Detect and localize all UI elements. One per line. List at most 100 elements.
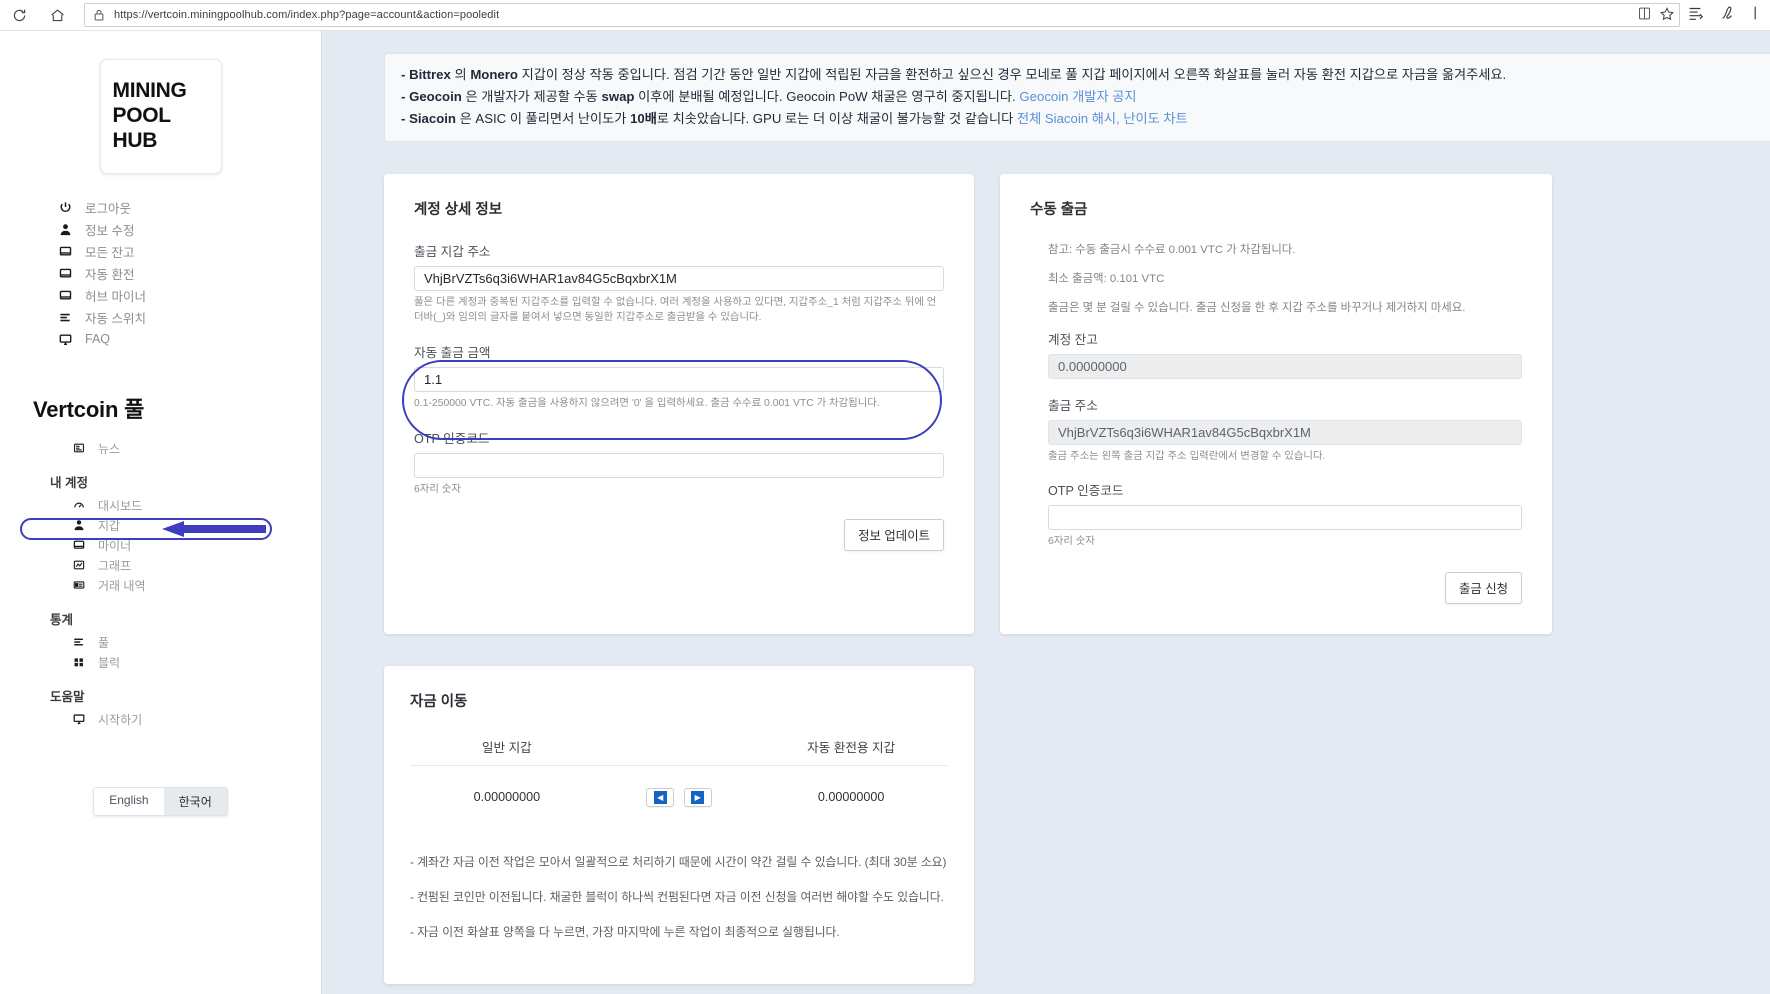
monitor-icon (72, 539, 85, 552)
home-button[interactable] (38, 0, 76, 31)
notice-link-geocoin[interactable]: Geocoin 개발자 공지 (1019, 89, 1136, 104)
nav-item-logout[interactable]: 로그아웃 (58, 196, 321, 218)
sidebar-item-label: 지갑 (98, 518, 121, 533)
transfer-controls: ◀ ▶ (604, 765, 755, 807)
power-icon (58, 200, 72, 214)
notice-bold-1: Geocoin (409, 88, 462, 104)
display-icon (58, 332, 72, 346)
transfer-note: - 컨펌된 코인만 이전됩니다. 채굴한 블럭이 하나씩 컨펌된다면 자금 이전… (410, 889, 944, 904)
section-heading-help: 도움말 (50, 690, 85, 704)
account-balance-label: 계정 잔고 (1048, 332, 1098, 347)
star-icon[interactable] (1659, 6, 1675, 27)
page-root: MINING POOL HUB 로그아웃 정보 수정 모든 잔고 자동 환전 허… (0, 31, 1770, 994)
otp-input[interactable] (414, 452, 944, 478)
sidebar-item-blocks[interactable]: 블럭 (72, 652, 321, 672)
sidebar-item-transactions[interactable]: 거래 내역 (72, 575, 321, 595)
sidebar-item-graph[interactable]: 그래프 (72, 555, 321, 575)
fund-transfer-card: 자금 이동 일반 지갑 자동 환전용 지갑 0.00000000 ◀ ▶ 0.0… (384, 665, 974, 984)
transfer-table: 일반 지갑 자동 환전용 지갑 0.00000000 ◀ ▶ 0.0000000… (410, 736, 948, 807)
transfer-right-button[interactable]: ▶ (683, 787, 712, 807)
address-bar[interactable]: https://vertcoin.miningpoolhub.com/index… (84, 3, 1680, 27)
wallet-address-help: 풀은 다른 계정과 중복된 지갑주소를 입력할 수 없습니다. 여러 계정을 사… (414, 296, 937, 324)
language-switcher: English 한국어 (0, 787, 321, 816)
sidebar-item-news[interactable]: 뉴스 (72, 438, 321, 458)
nav-item-faq[interactable]: FAQ (58, 328, 321, 350)
notice-line: - Bittrex 의 Monero 지갑이 정상 작동 중입니다. 점검 기간… (401, 64, 1757, 86)
news-icon (72, 442, 85, 455)
notice-link-siacoin[interactable]: 전체 Siacoin 해시, 난이도 차트 (1017, 111, 1188, 126)
notice-line: - Geocoin 은 개발자가 제공할 수동 swap 이후에 분배될 예정입… (401, 86, 1757, 108)
sidebar-item-label: 마이너 (98, 538, 132, 553)
autoexchange-wallet-balance: 0.00000000 (817, 790, 885, 805)
withdraw-note-fee: 참고: 수동 출금시 수수료 0.001 VTC 가 차감됩니다. (1048, 243, 1296, 256)
nav-label: 모든 잔고 (85, 245, 135, 260)
column-header-normal-wallet: 일반 지갑 (410, 736, 604, 766)
site-logo[interactable]: MINING POOL HUB (99, 59, 222, 174)
notice-rest: 이후에 분배될 예정입니다. Geocoin PoW 채굴은 영구히 중지됩니다… (634, 88, 1020, 104)
section-heading-my-account: 내 계정 (50, 476, 88, 490)
withdraw-address-field: 출금 주소 출금 주소는 왼쪽 출금 지갑 주소 입력란에서 변경할 수 있습니… (1048, 395, 1522, 465)
monitor-icon (58, 288, 72, 302)
nav-item-auto-switch[interactable]: 자동 스위치 (58, 306, 321, 328)
language-korean-button[interactable]: 한국어 (163, 788, 227, 815)
sidebar-item-miner[interactable]: 마이너 (72, 535, 321, 555)
pool-title: Vertcoin 풀 (33, 397, 145, 422)
sidebar-item-label: 풀 (98, 635, 110, 650)
sidebar-item-wallet[interactable]: 지갑 (72, 515, 321, 535)
auto-withdraw-amount-field: 자동 출금 금액 0.1-250000 VTC. 자동 출금을 사용하지 않으려… (414, 342, 944, 412)
wallet-address-input[interactable] (414, 265, 944, 291)
notice-prefix: - (401, 88, 410, 104)
transfer-notes: - 계좌간 자금 이전 작업은 모아서 일괄적으로 처리하기 때문에 시간이 약… (410, 853, 948, 940)
account-balance-field: 계정 잔고 (1048, 329, 1522, 379)
reading-view-icon[interactable] (1637, 6, 1652, 26)
browser-toolbar: https://vertcoin.miningpoolhub.com/index… (0, 0, 1770, 31)
withdraw-address-help: 출금 주소는 왼쪽 출금 지갑 주소 입력란에서 변경할 수 있습니다. (1048, 450, 1326, 462)
language-english-button[interactable]: English (94, 788, 164, 815)
withdraw-otp-input[interactable] (1048, 505, 1522, 531)
otp-field: OTP 인증코드 6자리 숫자 (414, 428, 944, 498)
nav-item-hub-miner[interactable]: 허브 마이너 (58, 284, 321, 306)
transfer-note: - 자금 이전 화살표 양쪽을 다 누르면, 가장 마지막에 누른 작업이 최종… (410, 924, 840, 939)
notice-line: - Siacoin 은 ASIC 이 풀리면서 난이도가 10배로 치솟았습니다… (401, 108, 1757, 130)
monitor-icon (58, 266, 72, 280)
stats-items: 풀 블럭 (0, 632, 321, 672)
sidebar-item-getting-started[interactable]: 시작하기 (72, 709, 321, 729)
gauge-icon (72, 499, 85, 512)
nav-item-auto-exchange[interactable]: 자동 환전 (58, 262, 321, 284)
notes-icon[interactable] (1718, 4, 1736, 27)
sidebar-item-dashboard[interactable]: 대시보드 (72, 495, 321, 515)
collections-icon[interactable] (1686, 4, 1704, 27)
auto-withdraw-input[interactable] (414, 366, 944, 392)
nav-label: FAQ (85, 332, 111, 346)
withdraw-otp-field: OTP 인증코드 6자리 숫자 (1048, 480, 1522, 550)
column-header-autoexchange-wallet: 자동 환전용 지갑 (754, 736, 948, 766)
update-info-button[interactable]: 정보 업데이트 (844, 519, 944, 552)
notice-mid-1: 은 ASIC 이 풀리면서 난이도가 (455, 110, 631, 126)
sidebar-item-label: 시작하기 (98, 712, 143, 727)
card-title: 자금 이동 (410, 693, 468, 710)
sidebar-item-label: 거래 내역 (98, 578, 146, 593)
table-row: 0.00000000 ◀ ▶ 0.00000000 (410, 765, 948, 807)
nav-label: 자동 스위치 (85, 311, 146, 326)
display-icon (72, 713, 85, 726)
transfer-left-button[interactable]: ◀ (646, 787, 675, 807)
nav-item-all-balances[interactable]: 모든 잔고 (58, 240, 321, 262)
account-details-card: 계정 상세 정보 출금 지갑 주소 풀은 다른 계정과 중복된 지갑주소를 입력… (384, 173, 974, 634)
notice-prefix: - (401, 110, 410, 126)
normal-wallet-balance: 0.00000000 (473, 790, 541, 805)
withdraw-card-actions: 출금 신청 (1030, 571, 1522, 604)
sidebar-item-pool[interactable]: 풀 (72, 632, 321, 652)
notice-bold-2: 10배 (630, 110, 657, 126)
reload-button[interactable] (0, 0, 38, 31)
otp-help: 6자리 숫자 (414, 483, 461, 495)
manual-withdraw-card: 수동 출금 참고: 수동 출금시 수수료 0.001 VTC 가 차감됩니다. … (1000, 173, 1552, 634)
account-card-actions: 정보 업데이트 (414, 519, 944, 552)
auto-withdraw-label: 자동 출금 금액 (414, 345, 491, 360)
transfer-note: - 계좌간 자금 이전 작업은 모아서 일괄적으로 처리하기 때문에 시간이 약… (410, 854, 947, 869)
url-text: https://vertcoin.miningpoolhub.com/index… (114, 9, 500, 21)
request-withdraw-button[interactable]: 출금 신청 (1444, 571, 1522, 604)
auto-withdraw-help: 0.1-250000 VTC. 자동 출금을 사용하지 않으려면 '0' 을 입… (414, 397, 880, 409)
table-header-row: 일반 지갑 자동 환전용 지갑 (410, 736, 948, 766)
nav-item-edit-info[interactable]: 정보 수정 (58, 218, 321, 240)
more-icon[interactable] (1750, 4, 1764, 27)
